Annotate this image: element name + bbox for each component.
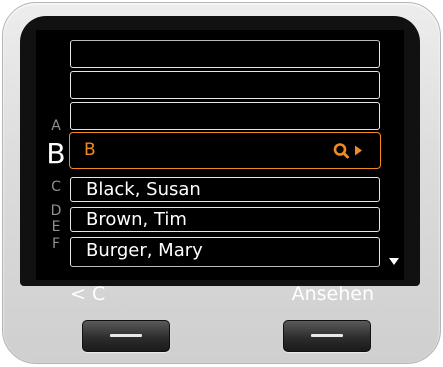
- contact-name: Black, Susan: [86, 179, 201, 200]
- index-letter-current: B: [46, 137, 66, 170]
- dash-icon: [311, 334, 343, 337]
- index-letter: E: [51, 219, 61, 235]
- softkey-bar: < C Ansehen: [36, 279, 382, 309]
- softkey-right-label[interactable]: Ansehen: [292, 279, 374, 309]
- index-letter: D: [50, 203, 62, 219]
- contact-name: Burger, Mary: [86, 240, 203, 261]
- search-row[interactable]: B: [69, 132, 381, 169]
- softkey-left-label[interactable]: < C: [70, 279, 105, 309]
- left-softkey-button[interactable]: [82, 320, 170, 352]
- search-value: B: [84, 140, 96, 160]
- search-icon[interactable]: [332, 142, 368, 160]
- right-softkey-button[interactable]: [283, 320, 371, 352]
- display-screen: A B C D E F B Black, Susan Brown, Tim Bu…: [36, 30, 404, 280]
- scroll-down-icon: [389, 258, 399, 265]
- contact-row[interactable]: Burger, Mary: [70, 237, 380, 267]
- dash-icon: [110, 334, 142, 337]
- contact-row[interactable]: Black, Susan: [70, 177, 380, 202]
- index-letter: C: [51, 179, 61, 195]
- empty-list-row: [70, 71, 380, 99]
- empty-list-row: [70, 102, 380, 130]
- index-letter: A: [51, 118, 61, 134]
- empty-list-row: [70, 40, 380, 68]
- contact-row[interactable]: Brown, Tim: [70, 207, 380, 232]
- contact-name: Brown, Tim: [86, 209, 187, 230]
- index-letter: F: [51, 236, 61, 252]
